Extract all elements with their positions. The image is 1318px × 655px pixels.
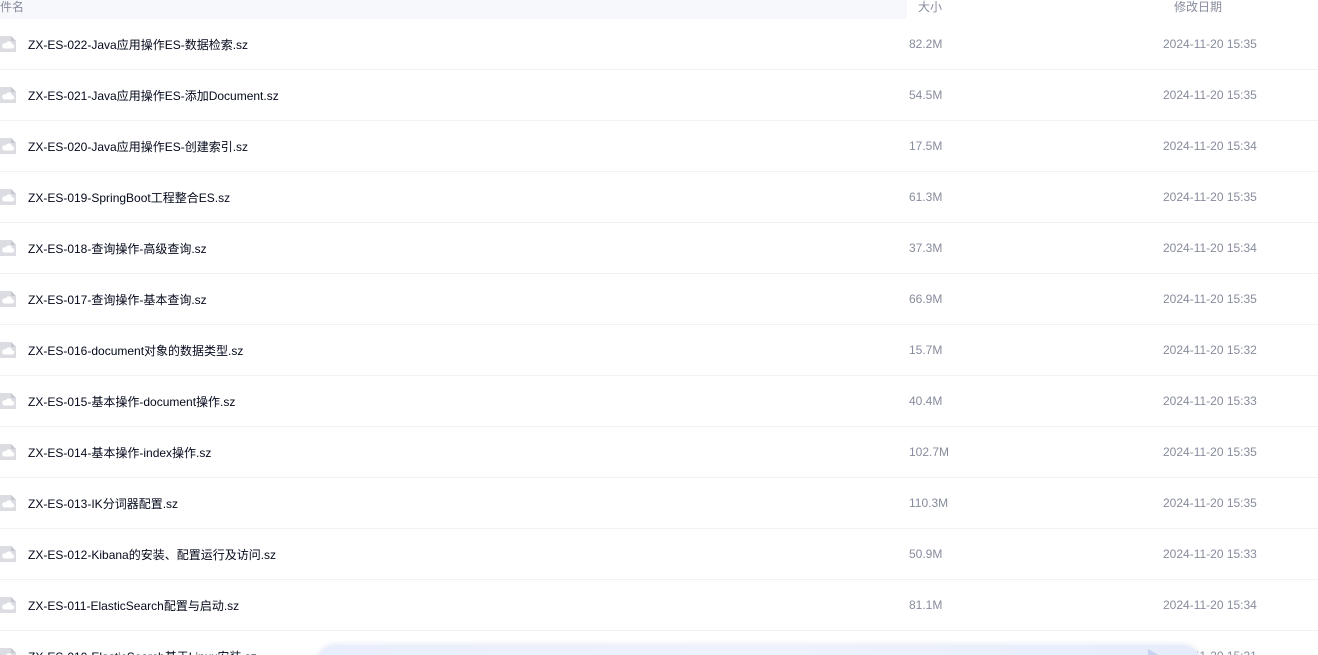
file-name[interactable]: ZX-ES-010-ElasticSearch基于Linux安装.sz [28,648,257,655]
file-name[interactable]: ZX-ES-019-SpringBoot工程整合ES.sz [28,189,230,206]
column-header-size[interactable]: 大小 [918,0,942,15]
cloud-file-icon [0,391,18,411]
file-modified-date: 2024-11-20 15:35 [1163,496,1257,510]
file-size: 40.4M [909,394,943,408]
cloud-file-icon [0,493,18,513]
file-name[interactable]: ZX-ES-022-Java应用操作ES-数据检索.sz [28,36,248,53]
file-name[interactable]: ZX-ES-016-document对象的数据类型.sz [28,342,243,359]
file-row[interactable]: ZX-ES-022-Java应用操作ES-数据检索.sz 82.2M 2024-… [0,19,1318,70]
file-modified-date: 2024-11-20 15:35 [1163,292,1257,306]
file-name[interactable]: ZX-ES-014-基本操作-index操作.sz [28,444,211,461]
file-modified-date: 2024-11-20 15:34 [1163,598,1257,612]
file-size: 50.9M [909,547,943,561]
file-list-header: 件名 大小 修改日期 [0,0,1318,19]
header-background [0,0,907,19]
file-name[interactable]: ZX-ES-021-Java应用操作ES-添加Document.sz [28,87,279,104]
play-icon[interactable] [1148,649,1162,655]
column-header-name[interactable]: 件名 [0,0,24,15]
file-row[interactable]: ZX-ES-013-IK分词器配置.sz 110.3M 2024-11-20 1… [0,478,1318,529]
file-modified-date: 2024-11-20 15:34 [1163,241,1257,255]
cloud-file-icon [0,136,18,156]
file-list: ZX-ES-022-Java应用操作ES-数据检索.sz 82.2M 2024-… [0,19,1318,655]
cloud-file-icon [0,340,18,360]
file-size: 102.7M [909,445,950,459]
file-size: 61.3M [909,190,943,204]
file-modified-date: 2024-11-20 15:33 [1163,547,1257,561]
file-modified-date: 2024-11-20 15:33 [1163,394,1257,408]
file-modified-date: 2024-11-20 15:35 [1163,190,1257,204]
file-row[interactable]: ZX-ES-018-查询操作-高级查询.sz 37.3M 2024-11-20 … [0,223,1318,274]
file-row[interactable]: ZX-ES-020-Java应用操作ES-创建索引.sz 17.5M 2024-… [0,121,1318,172]
cloud-file-icon [0,289,18,309]
file-list-page: 件名 大小 修改日期 ZX-ES-022-Java应用操作ES-数据检索.sz … [0,0,1318,655]
file-modified-date: 2024-11-20 15:35 [1163,37,1257,51]
cloud-file-icon [0,85,18,105]
file-modified-date: 2024-11-20 15:35 [1163,88,1257,102]
file-row[interactable]: ZX-ES-019-SpringBoot工程整合ES.sz 61.3M 2024… [0,172,1318,223]
file-size: 66.9M [909,292,943,306]
floating-toolbar[interactable] [316,645,1202,655]
file-modified-date: 2024-11-20 15:32 [1163,343,1257,357]
cloud-file-icon [0,595,18,615]
file-name[interactable]: ZX-ES-017-查询操作-基本查询.sz [28,291,207,308]
file-row[interactable]: ZX-ES-014-基本操作-index操作.sz 102.7M 2024-11… [0,427,1318,478]
file-size: 37.3M [909,241,943,255]
file-size: 15.7M [909,343,943,357]
file-row[interactable]: ZX-ES-011-ElasticSearch配置与启动.sz 81.1M 20… [0,580,1318,631]
cloud-file-icon [0,238,18,258]
file-row[interactable]: ZX-ES-016-document对象的数据类型.sz 15.7M 2024-… [0,325,1318,376]
cloud-file-icon [0,442,18,462]
cloud-file-icon [0,187,18,207]
cloud-file-icon [0,544,18,564]
file-name[interactable]: ZX-ES-018-查询操作-高级查询.sz [28,240,207,257]
file-name[interactable]: ZX-ES-011-ElasticSearch配置与启动.sz [28,597,239,614]
cloud-file-icon [0,646,18,655]
cloud-file-icon [0,34,18,54]
file-size: 17.5M [909,139,943,153]
file-row[interactable]: ZX-ES-015-基本操作-document操作.sz 40.4M 2024-… [0,376,1318,427]
file-size: 81.1M [909,598,943,612]
file-name[interactable]: ZX-ES-013-IK分词器配置.sz [28,495,178,512]
file-row[interactable]: ZX-ES-021-Java应用操作ES-添加Document.sz 54.5M… [0,70,1318,121]
file-modified-date: 2024-11-20 15:35 [1163,445,1257,459]
file-size: 82.2M [909,37,943,51]
file-name[interactable]: ZX-ES-020-Java应用操作ES-创建索引.sz [28,138,248,155]
file-size: 54.5M [909,88,943,102]
file-name[interactable]: ZX-ES-012-Kibana的安装、配置运行及访问.sz [28,546,276,563]
file-row[interactable]: ZX-ES-012-Kibana的安装、配置运行及访问.sz 50.9M 202… [0,529,1318,580]
file-name[interactable]: ZX-ES-015-基本操作-document操作.sz [28,393,235,410]
file-modified-date: 2024-11-20 15:34 [1163,139,1257,153]
file-row[interactable]: ZX-ES-017-查询操作-基本查询.sz 66.9M 2024-11-20 … [0,274,1318,325]
file-size: 110.3M [909,496,949,510]
column-header-modified[interactable]: 修改日期 [1174,0,1222,15]
